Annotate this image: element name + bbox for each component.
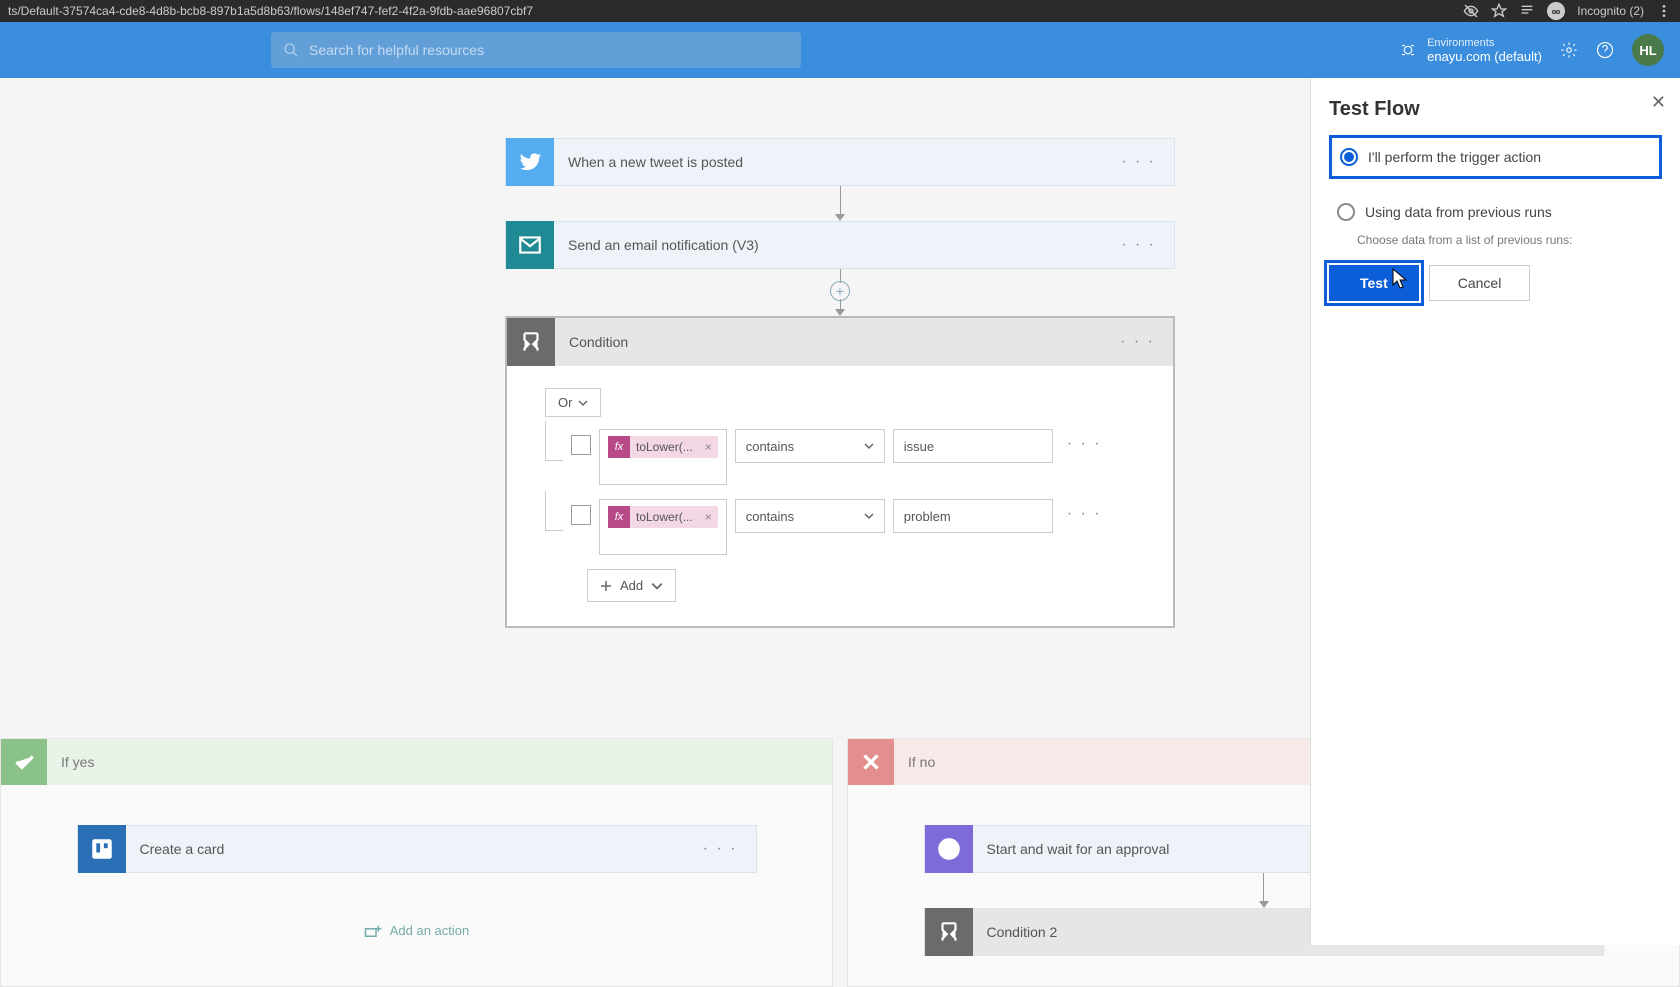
email-action-card[interactable]: Send an email notification (V3) · · · <box>505 221 1175 269</box>
if-no-label: If no <box>894 754 949 770</box>
incognito-label: Incognito (2) <box>1577 4 1644 18</box>
fx-expression-chip[interactable]: fx toLower(... × <box>608 506 718 528</box>
approval-icon <box>925 825 973 873</box>
close-panel-button[interactable]: ✕ <box>1651 92 1666 113</box>
radio-manual-trigger[interactable] <box>1340 148 1358 166</box>
trigger-title: When a new tweet is posted <box>554 154 1103 170</box>
panel-title: Test Flow <box>1329 98 1662 121</box>
fx-expression-text: toLower(... <box>630 440 699 454</box>
add-condition-button[interactable]: Add <box>587 569 676 602</box>
value-input[interactable] <box>893 499 1053 533</box>
expression-input[interactable]: fx toLower(... × <box>599 499 727 555</box>
operator-value: contains <box>746 509 794 524</box>
environment-label: Environments <box>1427 37 1542 49</box>
add-action-label: Add an action <box>390 923 470 938</box>
chevron-down-icon <box>864 511 874 521</box>
radio-previous-label: Using data from previous runs <box>1365 204 1552 220</box>
search-box[interactable] <box>271 32 801 68</box>
x-icon <box>848 739 894 785</box>
fx-icon: fx <box>608 436 630 458</box>
condition-row: fx toLower(... × contains · · · <box>545 499 1135 555</box>
previous-runs-hint: Choose data from a list of previous runs… <box>1357 233 1662 247</box>
radio-previous-runs[interactable] <box>1337 203 1355 221</box>
twitter-icon <box>506 138 554 186</box>
row-checkbox[interactable] <box>571 435 591 455</box>
trigger-card[interactable]: When a new tweet is posted · · · <box>505 138 1175 186</box>
trello-icon <box>78 825 126 873</box>
group-operator-dropdown[interactable]: Or <box>545 388 601 417</box>
trello-action-title: Create a card <box>126 841 685 857</box>
search-icon <box>283 42 299 58</box>
environment-picker[interactable]: Environments enayu.com (default) <box>1399 37 1542 64</box>
browser-chrome-bar: ts/Default-37574ca4-cde8-4d8b-bcb8-897b1… <box>0 0 1680 22</box>
tree-connector <box>545 421 563 461</box>
user-avatar[interactable]: HL <box>1632 34 1664 66</box>
help-icon[interactable] <box>1596 41 1614 59</box>
condition-more-button[interactable]: · · · <box>1102 333 1173 351</box>
add-action-icon <box>364 924 382 938</box>
chevron-down-icon <box>578 398 588 408</box>
row-more-button[interactable]: · · · <box>1061 429 1108 459</box>
condition-header[interactable]: Condition · · · <box>507 318 1173 366</box>
tree-connector <box>545 491 563 531</box>
group-operator-label: Or <box>558 395 572 410</box>
connector-arrow <box>835 186 845 221</box>
trello-more-button[interactable]: · · · <box>685 840 756 858</box>
connector-arrow <box>1259 873 1269 908</box>
operator-dropdown[interactable]: contains <box>735 499 885 533</box>
expression-input[interactable]: fx toLower(... × <box>599 429 727 485</box>
menu-dots-icon[interactable] <box>1656 3 1672 19</box>
email-more-button[interactable]: · · · <box>1103 236 1174 254</box>
trigger-more-button[interactable]: · · · <box>1103 153 1174 171</box>
eye-off-icon[interactable] <box>1463 3 1479 19</box>
fx-expression-chip[interactable]: fx toLower(... × <box>608 436 718 458</box>
condition-title: Condition <box>555 334 1102 350</box>
check-icon <box>1 739 47 785</box>
chevron-down-icon <box>651 580 663 592</box>
incognito-avatar-icon[interactable] <box>1547 2 1565 20</box>
condition-icon <box>925 908 973 956</box>
row-more-button[interactable]: · · · <box>1061 499 1108 529</box>
remove-chip-button[interactable]: × <box>699 510 718 524</box>
connector-arrow: + <box>830 269 850 316</box>
condition-card: Condition · · · Or fx toLower(... <box>505 316 1175 628</box>
operator-value: contains <box>746 439 794 454</box>
operator-dropdown[interactable]: contains <box>735 429 885 463</box>
condition-icon <box>507 318 555 366</box>
test-button[interactable]: Test <box>1329 265 1419 301</box>
trello-action-card[interactable]: Create a card · · · <box>77 825 757 873</box>
star-icon[interactable] <box>1491 3 1507 19</box>
search-input[interactable] <box>309 42 789 58</box>
fx-expression-text: toLower(... <box>630 510 699 524</box>
email-icon <box>506 221 554 269</box>
if-yes-branch: If yes Create a card · · · Add an action <box>0 738 833 987</box>
radio-option-previous-runs[interactable]: Using data from previous runs <box>1329 193 1662 231</box>
email-action-title: Send an email notification (V3) <box>554 237 1103 253</box>
app-topbar: Environments enayu.com (default) HL <box>0 22 1680 78</box>
radio-option-manual-trigger[interactable]: I'll perform the trigger action <box>1329 135 1662 179</box>
chevron-down-icon <box>864 441 874 451</box>
reading-list-icon[interactable] <box>1519 3 1535 19</box>
fx-icon: fx <box>608 506 630 528</box>
if-yes-label: If yes <box>47 754 108 770</box>
remove-chip-button[interactable]: × <box>699 440 718 454</box>
cancel-button[interactable]: Cancel <box>1429 265 1531 301</box>
value-input[interactable] <box>893 429 1053 463</box>
environment-icon <box>1399 41 1417 59</box>
add-condition-label: Add <box>620 578 643 593</box>
add-action-button[interactable]: Add an action <box>364 923 470 938</box>
insert-step-button[interactable]: + <box>830 281 850 301</box>
plus-icon <box>600 580 612 592</box>
test-flow-panel: Test Flow ✕ I'll perform the trigger act… <box>1310 78 1680 945</box>
row-checkbox[interactable] <box>571 505 591 525</box>
radio-manual-label: I'll perform the trigger action <box>1368 149 1541 165</box>
condition-row: fx toLower(... × contains · · · <box>545 429 1135 485</box>
gear-icon[interactable] <box>1560 41 1578 59</box>
browser-url: ts/Default-37574ca4-cde8-4d8b-bcb8-897b1… <box>8 4 533 18</box>
environment-value: enayu.com (default) <box>1427 49 1542 64</box>
